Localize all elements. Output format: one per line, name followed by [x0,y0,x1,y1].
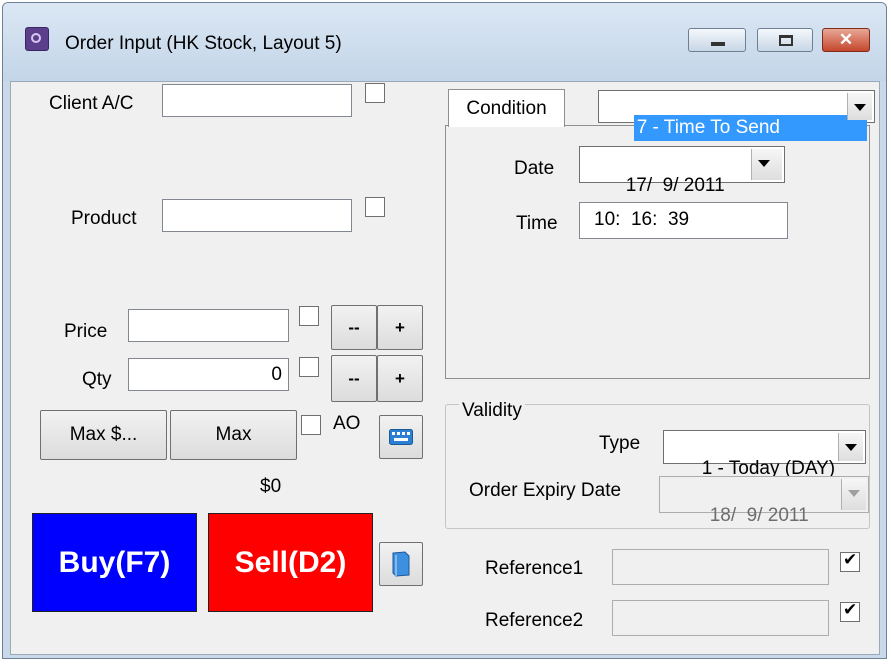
time-label: Time [516,213,558,234]
tab-condition[interactable]: Condition [448,89,565,127]
reference2-input[interactable] [612,600,829,636]
qty-decrement-button[interactable]: -- [331,355,377,402]
order-expiry-value: 18/ 9/ 2011 [709,505,809,526]
date-picker[interactable]: 17/ 9/ 2011 [579,146,785,196]
title-bar: Order Input (HK Stock, Layout 5) ✕ [3,3,886,81]
client-ac-checkbox[interactable] [365,83,385,103]
reference2-label: Reference2 [485,610,584,631]
validity-type-select[interactable]: 1 - Today (DAY) [663,430,866,479]
keyboard-button[interactable] [379,415,423,459]
date-label: Date [514,158,555,179]
price-decrement-button[interactable]: -- [331,305,377,350]
ao-label: AO [333,413,361,434]
validity-type-label: Type [599,433,641,454]
qty-input[interactable]: 0 [128,358,289,391]
minimize-icon [711,42,725,46]
close-button[interactable]: ✕ [822,28,870,52]
book-icon [392,551,410,577]
order-expiry-picker[interactable]: 18/ 9/ 2011 [659,476,869,526]
validity-group-label: Validity [459,400,525,422]
price-checkbox[interactable] [299,306,319,326]
product-checkbox[interactable] [365,197,385,217]
qty-label: Qty [82,369,112,390]
keyboard-icon [389,429,413,445]
product-label: Product [71,208,137,229]
date-value: 17/ 9/ 2011 [625,175,725,196]
total-amount: $0 [260,476,282,497]
price-input[interactable] [128,309,289,342]
app-icon[interactable] [25,27,49,51]
order-input-window: Order Input (HK Stock, Layout 5) ✕ Clien… [2,2,887,659]
max-amount-button[interactable]: Max $... [40,410,167,460]
reference2-checkbox[interactable] [840,600,860,622]
price-increment-button[interactable]: + [377,305,423,350]
price-label: Price [64,321,108,342]
chevron-down-icon[interactable] [847,93,872,120]
max-button[interactable]: Max [170,410,297,460]
close-icon: ✕ [838,30,854,49]
window-title: Order Input (HK Stock, Layout 5) [65,33,342,54]
chevron-down-icon[interactable] [841,479,866,510]
notes-button[interactable] [379,542,423,586]
reference1-label: Reference1 [485,558,584,579]
client-ac-label: Client A/C [49,93,134,114]
chevron-down-icon[interactable] [838,433,863,461]
condition-type-value: 7 - Time To Send [633,115,867,141]
qty-increment-button[interactable]: + [377,355,423,402]
sell-button[interactable]: Sell(D2) [208,513,373,612]
chevron-down-icon[interactable] [751,149,782,180]
order-form: Client A/C Product Price -- + Qty 0 -- +… [10,81,880,655]
product-input[interactable] [162,199,352,232]
reference1-input[interactable] [612,549,829,585]
minimize-button[interactable] [688,28,746,52]
reference1-checkbox[interactable] [840,550,860,572]
maximize-icon [779,35,793,46]
ao-checkbox[interactable] [301,415,321,435]
time-input[interactable]: 10: 16: 39 [579,202,788,239]
qty-checkbox[interactable] [299,357,319,377]
maximize-button[interactable] [757,28,813,52]
buy-button[interactable]: Buy(F7) [32,513,197,612]
client-ac-input[interactable] [162,84,352,117]
order-expiry-label: Order Expiry Date [469,480,622,501]
condition-type-select[interactable]: 7 - Time To Send [598,90,875,141]
